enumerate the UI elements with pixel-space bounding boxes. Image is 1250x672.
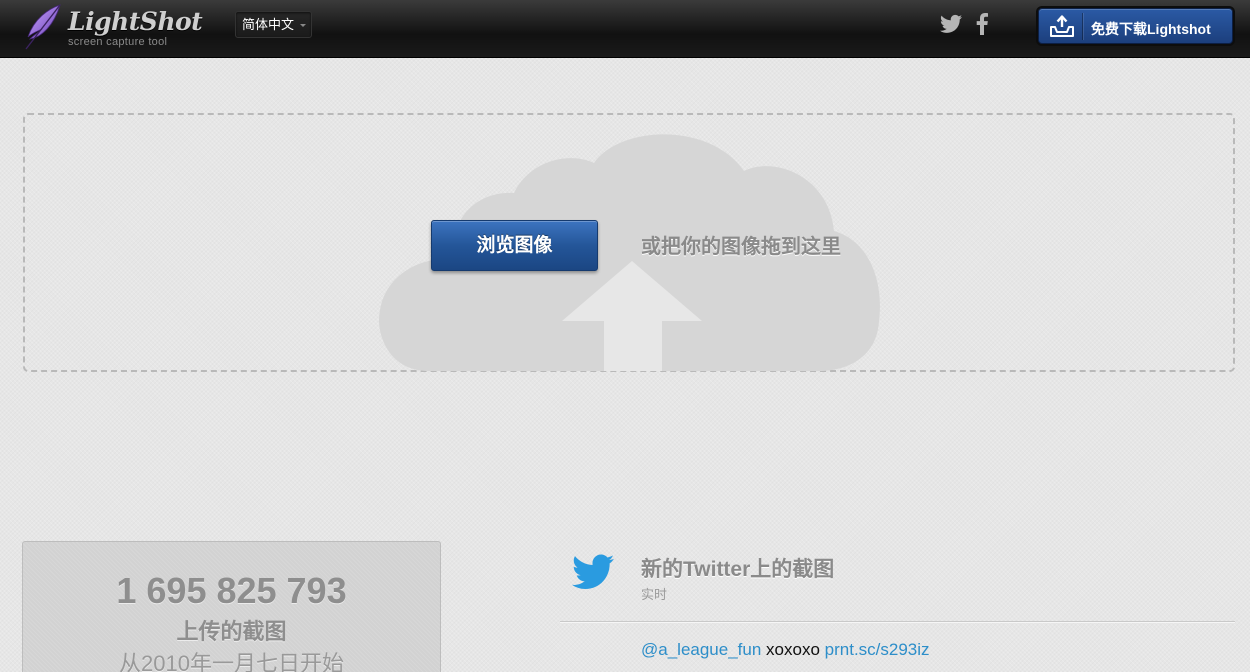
language-select[interactable]: 简体中文 — [235, 11, 312, 38]
download-label: 免费下载Lightshot — [1091, 21, 1211, 37]
logo[interactable]: LightShot screen capture tool — [20, 3, 203, 53]
stats-since: 从2010年一月七日开始 — [119, 651, 344, 672]
tweet-screenshot-link[interactable]: prnt.sc/s293iz — [825, 640, 930, 659]
top-bar: LightShot screen capture tool 简体中文 免费下载L… — [0, 0, 1250, 58]
feather-icon — [25, 4, 61, 50]
download-tray-icon — [1050, 15, 1074, 37]
screenshot-count: 1 695 825 793 — [116, 570, 347, 611]
tweet-item: @a_league_fun xoxoxo prnt.sc/s293iz — [641, 640, 930, 660]
tweet-text: xoxoxo — [766, 640, 820, 659]
twitter-icon[interactable] — [940, 14, 962, 34]
stats-caption: 上传的截图 — [176, 619, 287, 644]
browse-image-button[interactable]: 浏览图像 — [431, 220, 598, 271]
logo-tagline: screen capture tool — [68, 36, 168, 48]
stats-panel: 1 695 825 793 上传的截图 从2010年一月七日开始 — [22, 541, 441, 672]
chevron-down-icon — [300, 24, 306, 27]
facebook-icon[interactable] — [975, 13, 989, 35]
twitter-bird-icon — [572, 554, 614, 589]
download-button[interactable]: 免费下载Lightshot — [1038, 8, 1233, 44]
twitter-feed-title: 新的Twitter上的截图 — [641, 558, 835, 581]
logo-name: LightShot — [68, 7, 203, 36]
upload-dropzone[interactable]: 浏览图像 或把你的图像拖到这里 — [23, 113, 1235, 372]
divider — [1082, 13, 1083, 40]
divider — [560, 621, 1235, 622]
twitter-feed-subtitle: 实时 — [641, 587, 668, 602]
tweet-handle-link[interactable]: @a_league_fun — [641, 640, 761, 659]
drop-hint: 或把你的图像拖到这里 — [641, 236, 841, 258]
language-value: 简体中文 — [242, 17, 295, 32]
